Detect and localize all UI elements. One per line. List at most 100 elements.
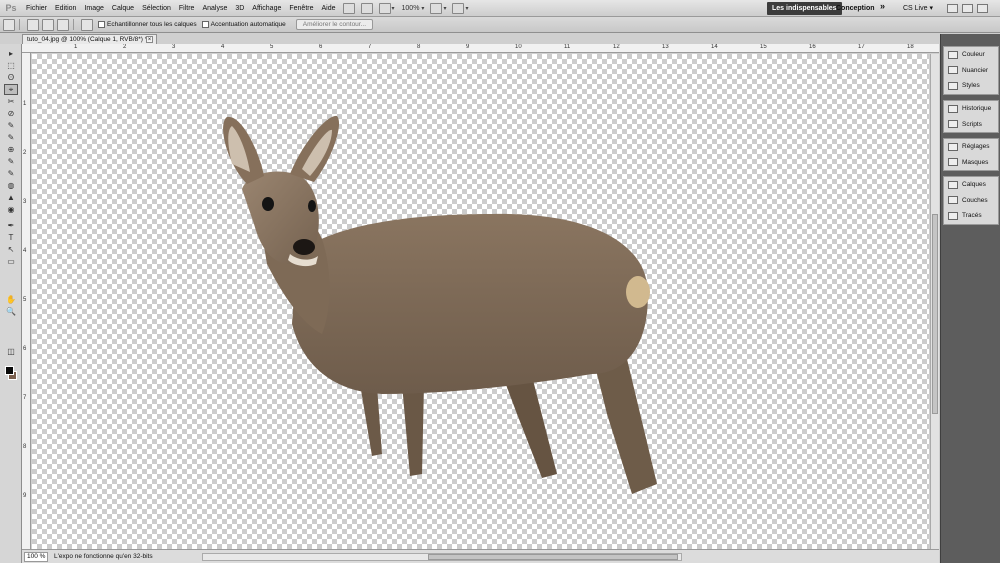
ruler-horizontal: 1 2 3 4 5 6 7 8 9 10 11 12 13 14 15 16 1… [22,44,939,53]
path-selection-tool-icon[interactable]: ↖ [4,244,18,255]
panel-layers-button[interactable]: Calques [944,177,998,193]
horizontal-scrollbar[interactable] [202,553,682,561]
eraser-tool-icon[interactable]: ✎ [4,168,18,179]
tools-panel: ▸ ⬚ ʘ ⌖ ✂ ⊘ ✎ ✎ ⊕ ✎ ✎ ◍ ▲ ◉ ✒ T ↖ ▭ ✋ 🔍 … [0,44,22,563]
panel-paths-button[interactable]: Tracés [944,208,998,224]
maximize-icon[interactable] [962,4,973,13]
panel-group-adjustments: Réglages Masques [943,138,999,171]
chevron-down-icon[interactable]: ▾ [392,5,395,12]
screen-mode-icon[interactable] [452,2,465,14]
foreground-color-swatch[interactable] [5,366,14,375]
extras-icon[interactable] [378,2,391,14]
sample-all-layers-label: Echantillonner tous les calques [107,21,197,28]
blur-tool-icon[interactable]: ▲ [4,192,18,203]
ruler-tick-label: 10 [515,44,522,50]
paths-icon [948,211,958,220]
menu-aide[interactable]: Aide [317,5,339,12]
menu-bar: Ps Fichier Edition Image Calque Sélectio… [0,0,1000,17]
refine-edge-button[interactable]: Améliorer le contour... [295,19,374,30]
panel-masks-button[interactable]: Masques [944,155,998,171]
type-tool-icon[interactable]: T [4,232,18,243]
status-text[interactable]: L'expo ne fonctionne qu'en 32-bits [54,553,153,560]
ruler-tick-label: 4 [221,44,225,50]
divider [19,19,20,30]
menu-calque[interactable]: Calque [108,5,138,12]
panel-color-button[interactable]: Couleur [944,47,998,63]
menu-edition[interactable]: Edition [51,5,80,12]
panel-channels-button[interactable]: Couches [944,193,998,209]
arrange-documents-icon[interactable] [430,2,443,14]
new-selection-icon[interactable] [27,18,39,31]
menu-3d[interactable]: 3D [231,5,248,12]
quick-selection-tool-icon[interactable]: ⌖ [4,84,18,95]
subtract-selection-icon[interactable] [57,18,69,31]
panel-styles-button[interactable]: Styles [944,78,998,94]
menu-selection[interactable]: Sélection [138,5,175,12]
ruler-tick-label: 2 [123,44,127,50]
move-tool-icon[interactable]: ▸ [4,48,18,59]
marquee-tool-icon[interactable]: ⬚ [4,60,18,71]
workspace-essentials-button[interactable]: Les indispensables [767,2,842,15]
pen-tool-icon[interactable]: ✒ [4,220,18,231]
history-brush-tool-icon[interactable]: ✎ [4,156,18,167]
vertical-scrollbar[interactable] [930,54,939,549]
scrollbar-thumb[interactable] [932,214,938,414]
auto-enhance-label: Accentuation automatique [210,21,286,28]
ruler-tick-label: 18 [907,44,914,50]
menu-filtre[interactable]: Filtre [175,5,199,12]
ruler-tick-label: 1 [74,44,78,50]
menu-fenetre[interactable]: Fenêtre [285,5,317,12]
panel-history-button[interactable]: Historique [944,101,998,117]
zoom-input[interactable]: 100 % [24,551,48,562]
clone-stamp-tool-icon[interactable]: ⊕ [4,144,18,155]
auto-enhance-checkbox[interactable] [201,21,209,28]
ruler-tick-label: 13 [662,44,669,50]
document-tab[interactable]: tuto_04.jpg @ 100% (Calque 1, RVB/8*) * … [22,34,157,44]
menu-image[interactable]: Image [80,5,107,12]
more-workspaces-icon[interactable]: » [880,1,885,11]
ruler-tick-label: 17 [858,44,865,50]
lasso-tool-icon[interactable]: ʘ [4,72,18,83]
panel-swatches-button[interactable]: Nuancier [944,63,998,79]
brush-tool-icon[interactable]: ✎ [4,132,18,143]
menu-affichage[interactable]: Affichage [248,5,285,12]
panel-adjustments-button[interactable]: Réglages [944,139,998,155]
quick-mask-icon[interactable]: ◫ [4,346,18,357]
chevron-down-icon[interactable]: ▾ [465,5,468,12]
sample-all-layers-checkbox[interactable] [98,21,105,28]
ruler-tick-label: 3 [172,44,176,50]
chevron-down-icon[interactable]: ▾ [443,5,446,12]
scrollbar-thumb[interactable] [428,554,678,560]
panel-actions-button[interactable]: Scripts [944,117,998,133]
minimize-icon[interactable] [947,4,958,13]
workspace-design-button[interactable]: Conception [836,2,875,15]
minibridge-icon[interactable] [360,2,373,14]
dodge-tool-icon[interactable]: ◉ [4,204,18,215]
ruler-tick-label: 12 [613,44,620,50]
healing-brush-tool-icon[interactable]: ✎ [4,120,18,131]
divider [73,19,74,30]
eyedropper-tool-icon[interactable]: ⊘ [4,108,18,119]
layers-icon [948,180,958,189]
adjustments-icon [948,142,958,151]
styles-icon [948,81,958,90]
menu-analyse[interactable]: Analyse [198,5,231,12]
zoom-level[interactable]: 100% [402,5,420,12]
add-to-selection-icon[interactable] [42,18,54,31]
ruler-tick-label: 3 [23,199,27,205]
gradient-tool-icon[interactable]: ◍ [4,180,18,191]
tool-preset-icon[interactable] [3,18,15,31]
deer-image [223,115,657,494]
bridge-icon[interactable] [342,2,355,14]
crop-tool-icon[interactable]: ✂ [4,96,18,107]
cs-live-button[interactable]: CS Live ▾ [903,2,933,15]
close-window-icon[interactable] [977,4,988,13]
menu-fichier[interactable]: Fichier [22,5,51,12]
close-icon[interactable]: × [146,36,153,43]
brush-size-icon[interactable] [81,18,93,31]
hand-tool-icon[interactable]: ✋ [4,294,18,305]
zoom-tool-icon[interactable]: 🔍 [4,306,18,317]
shape-tool-icon[interactable]: ▭ [4,256,18,267]
chevron-down-icon[interactable]: ▾ [421,5,424,12]
document-canvas[interactable] [32,54,929,549]
